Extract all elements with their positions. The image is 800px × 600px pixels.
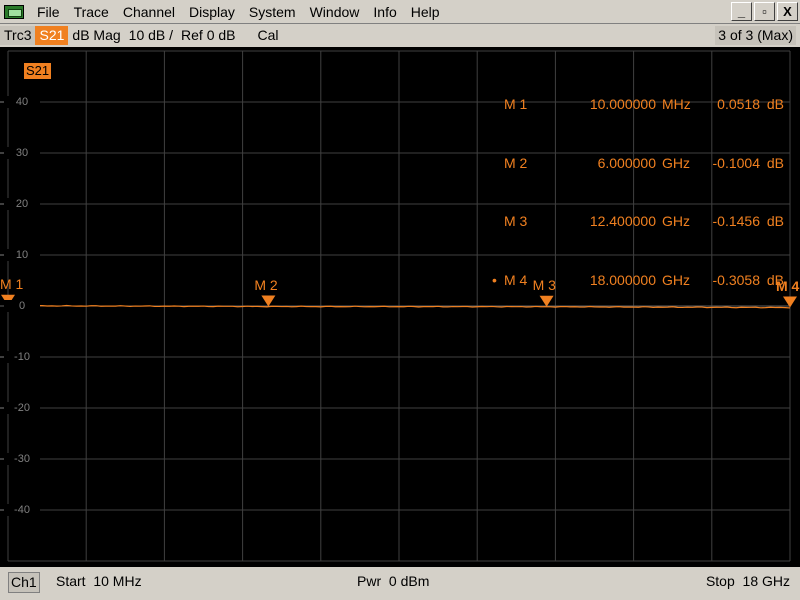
marker-freq-unit: GHz (662, 154, 690, 171)
marker-row-m3: M 3 12.400000 GHz -0.1456 dB (492, 212, 784, 232)
channel-indicator[interactable]: Ch1 (8, 572, 40, 593)
marker-value: -0.1004 (712, 154, 760, 171)
marker-active-indicator (492, 154, 504, 174)
marker-value-unit: dB (766, 96, 784, 112)
source-power[interactable]: Pwr 0 dBm (357, 572, 429, 591)
trace-parameter[interactable]: S21 (35, 26, 69, 45)
marker-freq-unit: GHz (662, 213, 690, 229)
y-axis-label: -30 (4, 453, 40, 465)
marker-triangle (261, 295, 276, 307)
marker-freq-unit: GHz (662, 271, 690, 288)
app-icon[interactable] (4, 4, 24, 19)
menu-channel[interactable]: Channel (116, 0, 182, 24)
marker-frequency: 12.400000 (589, 213, 656, 229)
y-axis-label: -40 (4, 504, 40, 516)
y-axis-label: 0 (4, 300, 40, 312)
marker-frequency: 6.000000 (597, 154, 656, 171)
menu-bar: File Trace Channel Display System Window… (0, 0, 800, 24)
menu-file[interactable]: File (30, 0, 67, 24)
trace-header: Trc3 S21 dB Mag 10 dB / Ref 0 dB Cal 3 o… (0, 25, 800, 46)
menu-help[interactable]: Help (404, 0, 447, 24)
trace-ref[interactable]: Ref 0 dB (177, 26, 239, 45)
y-axis-label: 20 (4, 198, 40, 210)
marker-value-unit: dB (766, 213, 784, 229)
trace-scale[interactable]: 10 dB / (125, 26, 177, 45)
marker-label[interactable]: M 4 (776, 279, 799, 293)
marker-value: -0.3058 (712, 271, 760, 288)
marker-label[interactable]: M 3 (533, 278, 556, 292)
marker-name: M 4 (504, 271, 528, 288)
trace-param-tag[interactable]: S21 (24, 63, 52, 79)
marker-value-unit: dB (766, 154, 784, 171)
menu-info[interactable]: Info (366, 0, 403, 24)
trace-name[interactable]: Trc3 (0, 26, 36, 45)
menu-window[interactable]: Window (303, 0, 367, 24)
marker-active-indicator (492, 95, 504, 115)
marker-name: M 1 (504, 96, 528, 112)
menu-system[interactable]: System (242, 0, 303, 24)
restore-button[interactable]: ▫ (754, 2, 775, 21)
marker-label[interactable]: M 1 (0, 277, 23, 291)
trace-format[interactable]: dB Mag (68, 26, 124, 45)
marker-name: M 2 (504, 154, 528, 171)
cal-indicator[interactable]: Cal (254, 26, 283, 45)
y-axis-label: -20 (4, 402, 40, 414)
marker-name: M 3 (504, 213, 528, 229)
trace-count[interactable]: 3 of 3 (Max) (715, 26, 796, 45)
marker-active-indicator (492, 212, 504, 232)
y-axis-label: 40 (4, 96, 40, 108)
y-axis-label: 10 (4, 249, 40, 261)
menu-trace[interactable]: Trace (67, 0, 116, 24)
start-frequency[interactable]: Start 10 MHz (56, 572, 142, 591)
window-controls: _ ▫ X (731, 2, 798, 21)
marker-frequency: 10.000000 (589, 96, 656, 112)
marker-row-m1: M 1 10.000000 MHz 0.0518 dB (492, 95, 784, 115)
close-button[interactable]: X (777, 2, 798, 21)
menu-display[interactable]: Display (182, 0, 242, 24)
marker-value: 0.0518 (717, 96, 760, 112)
diagram-area[interactable]: S21 M 1 10.000000 MHz 0.0518 dB M 2 6.00… (0, 47, 800, 567)
marker-active-indicator: • (492, 271, 497, 288)
stop-frequency[interactable]: Stop 18 GHz (706, 572, 790, 591)
status-bar: Ch1 Start 10 MHz Pwr 0 dBm Stop 18 GHz (0, 568, 800, 600)
marker-row-m2: M 2 6.000000 GHz -0.1004 dB (492, 154, 784, 174)
y-axis-label: 30 (4, 147, 40, 159)
minimize-button[interactable]: _ (731, 2, 752, 21)
marker-label[interactable]: M 2 (254, 278, 277, 292)
marker-freq-unit: MHz (662, 96, 691, 112)
y-axis-label: -10 (4, 351, 40, 363)
marker-value: -0.1456 (712, 213, 760, 229)
